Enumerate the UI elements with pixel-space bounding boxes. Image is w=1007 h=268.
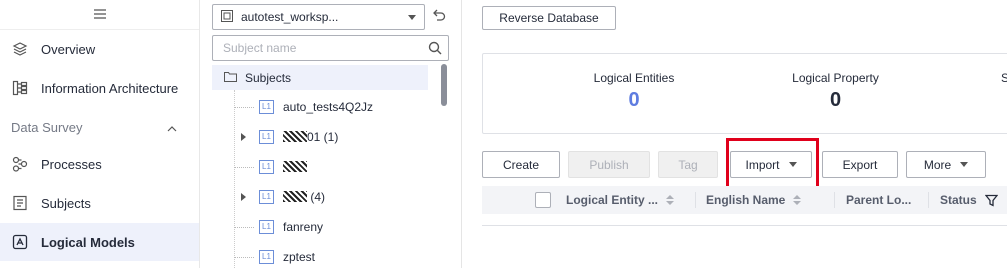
level-badge: L1 (259, 220, 274, 234)
stat-logical-property: Logical Property 0 (773, 71, 898, 112)
workspace-select[interactable]: autotest_worksp... (212, 4, 425, 30)
stat-value: 0 (628, 89, 640, 111)
masked-text (283, 161, 307, 172)
nav-item-subjects[interactable]: Subjects (0, 184, 199, 222)
stat-truncated: S (1001, 71, 1007, 85)
nav-group-data-survey[interactable]: Data Survey (0, 112, 199, 142)
tree-node-label: auto_tests4Q2Jz (283, 100, 374, 114)
workspace-name: autotest_worksp... (241, 10, 339, 24)
chevron-up-icon (167, 120, 177, 135)
more-label: More (923, 157, 952, 172)
nav-item-label: Processes (41, 156, 102, 172)
nav-item-label: Information Architecture (41, 80, 179, 96)
masked-text (283, 131, 307, 142)
nav-item-label: Subjects (41, 195, 91, 211)
nav-item-processes[interactable]: Processes (0, 145, 199, 183)
subject-search[interactable] (212, 35, 449, 61)
tree-node[interactable]: L1 auto_tests4Q2Jz (212, 93, 432, 121)
tree-node[interactable]: L1 fanreny (212, 213, 432, 241)
chevron-down-icon (960, 162, 969, 167)
layers-icon (11, 40, 29, 58)
nav-item-label: Overview (41, 41, 96, 57)
tree-node-label: (4) (310, 190, 326, 204)
tree-node-label: 01 (1) (307, 130, 339, 144)
tree-root-subjects[interactable]: Subjects (212, 65, 428, 90)
tree-node[interactable]: L1 (4) (212, 183, 432, 211)
level-badge: L1 (259, 190, 274, 204)
stat-value: 0 (829, 89, 842, 111)
table-header: Logical Entity ... English Name Parent L… (482, 186, 1007, 214)
nav-item-label: Logical Models (41, 234, 135, 250)
subject-search-input[interactable] (223, 41, 422, 55)
main-content: Reverse Database Logical Entities 0 Logi… (462, 0, 1007, 268)
statistics-panel: Logical Entities 0 Logical Property 0 S (482, 53, 1007, 134)
more-button[interactable]: More (906, 151, 986, 178)
refresh-button[interactable] (429, 6, 449, 26)
subjects-icon (11, 194, 29, 212)
stat-label: S (1001, 71, 1007, 85)
sort-icon[interactable] (793, 195, 802, 205)
publish-button[interactable]: Publish (568, 151, 650, 178)
menu-collapse-button[interactable] (0, 0, 199, 30)
workspace-icon (221, 9, 233, 25)
nav-item-overview[interactable]: Overview (0, 30, 199, 68)
tree-node[interactable]: L1 zptest (212, 243, 432, 268)
stat-logical-entities: Logical Entities 0 (563, 71, 705, 112)
folder-icon (224, 70, 237, 85)
left-navigation: Overview Information Architecture Data S… (0, 0, 200, 268)
subject-tree-panel: autotest_worksp... Subjects L1 auto_test… (200, 0, 462, 268)
logical-models-icon (11, 233, 29, 251)
architecture-icon (11, 79, 29, 97)
masked-text (283, 191, 307, 202)
tree-node-label: zptest (283, 250, 316, 264)
filter-icon[interactable] (984, 194, 998, 207)
table-body-divider (482, 225, 1007, 226)
export-button[interactable]: Export (822, 151, 898, 178)
reverse-database-button[interactable]: Reverse Database (482, 6, 616, 30)
column-label: Parent Lo... (846, 193, 912, 207)
hamburger-icon (93, 7, 106, 22)
tree-node[interactable]: L1 01 (1) (212, 123, 432, 151)
column-parent[interactable]: Parent Lo... (846, 186, 911, 214)
create-button[interactable]: Create (482, 151, 560, 178)
search-icon[interactable] (422, 41, 448, 55)
nav-group-label: Data Survey (11, 119, 83, 135)
processes-icon (11, 155, 29, 173)
stat-label: Logical Entities (593, 71, 675, 85)
nav-item-logical-models[interactable]: Logical Models (0, 223, 199, 261)
column-label: Logical Entity ... (566, 193, 659, 207)
column-english-name[interactable]: English Name (706, 186, 802, 214)
expand-arrow-icon[interactable] (241, 193, 246, 201)
column-status[interactable]: Status (940, 186, 998, 214)
tree-node[interactable]: L1 (212, 153, 432, 181)
sort-icon[interactable] (666, 195, 675, 205)
level-badge: L1 (259, 130, 274, 144)
select-all-checkbox[interactable] (535, 192, 551, 208)
column-label: Status (940, 193, 977, 207)
level-badge: L1 (259, 100, 274, 114)
tree-root-label: Subjects (245, 70, 292, 85)
level-badge: L1 (259, 250, 274, 264)
level-badge: L1 (259, 160, 274, 174)
chevron-down-icon (408, 14, 416, 20)
expand-arrow-icon[interactable] (241, 133, 246, 141)
column-logical-entity[interactable]: Logical Entity ... (566, 186, 675, 214)
undo-icon (432, 8, 446, 25)
nav-item-information-architecture[interactable]: Information Architecture (0, 69, 199, 107)
tree-scrollbar[interactable] (441, 64, 447, 106)
tree-node-label: fanreny (283, 220, 324, 234)
tag-button[interactable]: Tag (658, 151, 718, 178)
stat-label: Logical Property (792, 71, 879, 85)
column-label: English Name (706, 193, 786, 207)
